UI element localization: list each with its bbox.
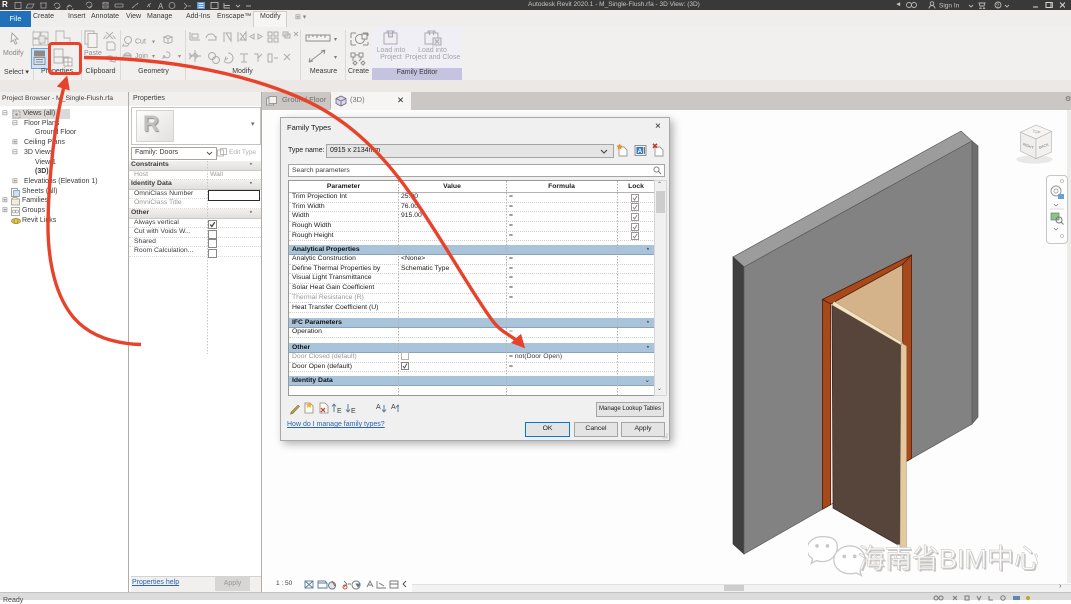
- svg-text:▾: ▾: [152, 54, 155, 60]
- svg-text:A: A: [391, 404, 396, 411]
- svg-text:▾: ▾: [334, 55, 337, 61]
- svg-text:A: A: [376, 404, 381, 411]
- svg-text:海南省BIM中心: 海南省BIM中心: [858, 544, 1038, 574]
- svg-text:A: A: [158, 2, 164, 10]
- svg-text:▾: ▾: [334, 37, 337, 43]
- svg-text:E: E: [351, 408, 356, 415]
- svg-text:Sign In: Sign In: [939, 3, 960, 10]
- svg-text:?: ?: [996, 4, 999, 10]
- svg-text:Cut: Cut: [135, 39, 146, 46]
- svg-text:▾: ▾: [152, 40, 155, 46]
- svg-text:Join: Join: [135, 53, 148, 60]
- svg-text:▾: ▾: [178, 54, 181, 60]
- svg-text:E: E: [337, 408, 342, 415]
- svg-text:A: A: [638, 148, 643, 155]
